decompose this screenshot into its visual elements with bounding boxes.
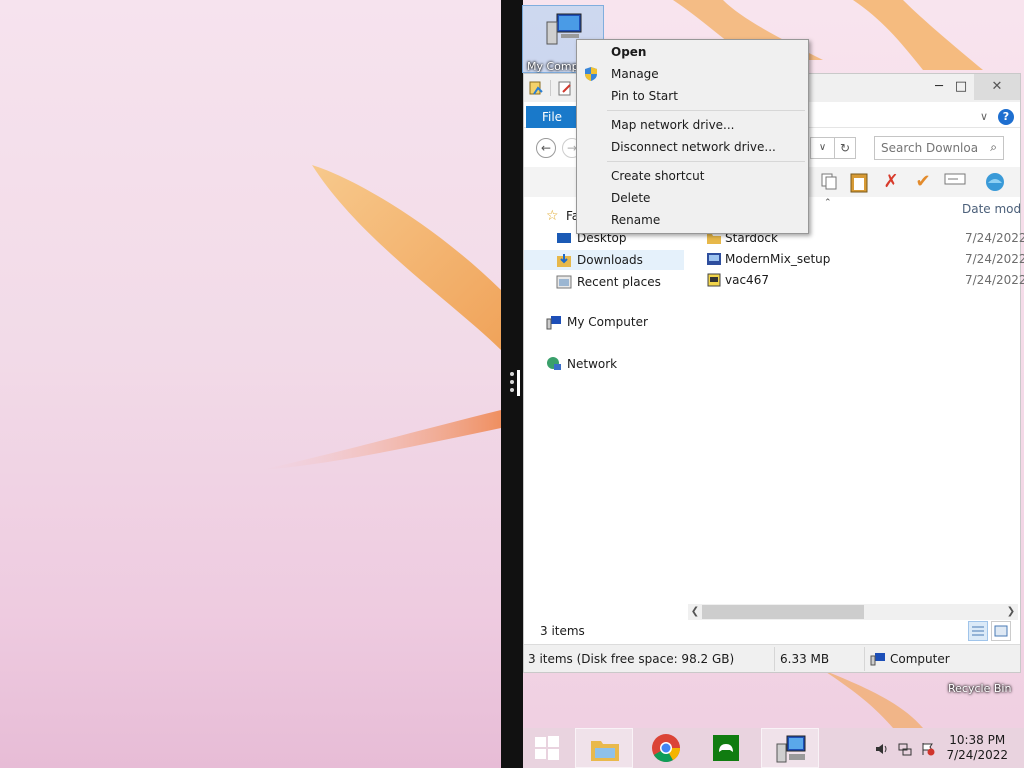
- help-icon[interactable]: ?: [998, 109, 1014, 125]
- layout-icon[interactable]: [984, 171, 1006, 193]
- menu-item-open[interactable]: Open: [579, 41, 806, 63]
- desktop-icon: [556, 230, 572, 246]
- taskbar-xbox[interactable]: [703, 728, 749, 768]
- action-center-flag-icon[interactable]: [921, 742, 935, 756]
- file-row[interactable]: vac467 7/24/2022: [684, 270, 1024, 290]
- desktop-icon-label: Recycle Bin: [948, 682, 1012, 695]
- clock-time: 10:38 PM: [949, 733, 1006, 747]
- navigation-pane: ☆ Fa Desktop Downloads Recent places My …: [524, 198, 684, 605]
- close-button[interactable]: ✕: [974, 74, 1020, 100]
- divider-grip[interactable]: [510, 372, 514, 396]
- desktop-icon-label: My Comp: [527, 60, 579, 73]
- maximize-button[interactable]: □: [948, 74, 974, 100]
- computer-icon: [870, 652, 886, 666]
- app-icon: [706, 272, 722, 288]
- network-icon: [546, 356, 562, 372]
- folder-icon: [591, 741, 619, 761]
- computer-icon: [546, 314, 562, 330]
- menu-item-create-shortcut[interactable]: Create shortcut: [579, 165, 806, 187]
- status-size: 6.33 MB: [780, 652, 830, 666]
- scroll-right-icon[interactable]: ❯: [1004, 604, 1018, 620]
- search-icon[interactable]: ⌕: [990, 140, 997, 155]
- petal-art: [260, 165, 501, 470]
- nav-recent-places[interactable]: Recent places: [524, 272, 684, 292]
- ribbon-expand-icon[interactable]: ∨: [980, 110, 988, 123]
- nav-my-computer[interactable]: My Computer: [524, 312, 684, 332]
- file-tab[interactable]: File: [526, 106, 578, 128]
- rename-icon[interactable]: [944, 171, 966, 193]
- properties-icon[interactable]: [528, 80, 544, 96]
- game-controller-icon: [713, 735, 739, 761]
- menu-item-disconnect-network-drive[interactable]: Disconnect network drive...: [579, 136, 806, 158]
- nav-network[interactable]: Network: [524, 354, 684, 374]
- copy-icon[interactable]: [818, 171, 840, 193]
- file-row[interactable]: ModernMix_setup 7/24/2022: [684, 249, 1024, 269]
- system-clock[interactable]: 10:38 PM 7/24/2022: [946, 733, 1008, 763]
- menu-item-pin-to-start[interactable]: Pin to Start: [579, 85, 806, 107]
- nav-downloads[interactable]: Downloads: [524, 250, 684, 270]
- column-header-date[interactable]: Date mod: [962, 202, 1021, 216]
- computer-icon: [776, 735, 806, 763]
- star-icon: ☆: [546, 208, 559, 224]
- clock-date: 7/24/2022: [946, 748, 1008, 762]
- back-button[interactable]: ←: [536, 138, 556, 158]
- recent-places-icon: [556, 274, 572, 290]
- item-count: 3 items: [540, 624, 585, 638]
- downloads-folder-icon: [556, 252, 572, 268]
- taskbar-chrome[interactable]: [641, 728, 691, 768]
- file-list: ⌃ Date mod Stardock 7/24/2022 ModernMix_…: [684, 198, 1024, 605]
- refresh-button[interactable]: ↻: [834, 137, 856, 159]
- installer-icon: [706, 251, 722, 267]
- network-status-icon[interactable]: [898, 742, 912, 756]
- search-box[interactable]: ⌕: [874, 136, 1004, 160]
- menu-item-delete[interactable]: Delete: [579, 187, 806, 209]
- taskbar: 10:38 PM 7/24/2022: [523, 728, 1024, 768]
- quick-access-toolbar: [528, 80, 573, 96]
- new-folder-icon[interactable]: [557, 80, 573, 96]
- scroll-thumb[interactable]: [702, 605, 864, 619]
- status-disk-space: 3 items (Disk free space: 98.2 GB): [528, 652, 735, 666]
- delete-icon[interactable]: ✗: [880, 171, 902, 193]
- address-dropdown[interactable]: ∨: [810, 137, 834, 159]
- start-button[interactable]: [529, 728, 565, 768]
- menu-item-map-network-drive[interactable]: Map network drive...: [579, 114, 806, 136]
- details-view-button[interactable]: [968, 621, 988, 641]
- properties-check-icon[interactable]: ✔: [912, 171, 934, 193]
- status-bar: 3 items (Disk free space: 98.2 GB) 6.33 …: [524, 644, 1020, 672]
- menu-item-rename[interactable]: Rename: [579, 209, 806, 231]
- menu-item-manage[interactable]: Manage: [579, 63, 806, 85]
- scroll-left-icon[interactable]: ❮: [688, 604, 702, 620]
- context-menu: Open Manage Pin to Start Map network dri…: [576, 39, 809, 234]
- status-location: Computer: [890, 652, 950, 666]
- volume-icon[interactable]: [875, 742, 889, 756]
- left-wallpaper: [0, 0, 501, 768]
- large-icons-view-button[interactable]: [991, 621, 1011, 641]
- taskbar-explorer[interactable]: [575, 728, 633, 768]
- paste-icon[interactable]: [848, 171, 870, 193]
- search-input[interactable]: [881, 141, 979, 155]
- horizontal-scrollbar[interactable]: ❮ ❯: [688, 604, 1018, 620]
- chrome-icon: [652, 734, 680, 762]
- windows-logo-icon: [535, 736, 559, 760]
- divider-handle[interactable]: [517, 370, 520, 396]
- taskbar-my-computer[interactable]: [761, 728, 819, 768]
- sort-ascending-icon: ⌃: [824, 198, 832, 208]
